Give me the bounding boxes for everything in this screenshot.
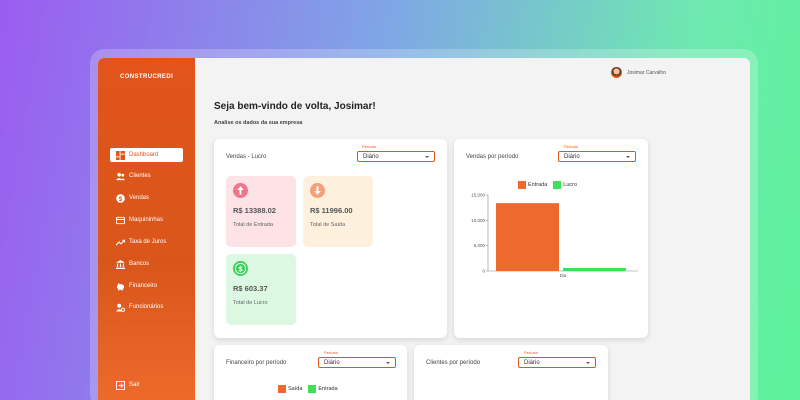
page-subtitle: Analise os dados da sua empresa	[214, 120, 303, 126]
brand-logo: CONSTRUCREDI	[120, 74, 174, 80]
sidebar-item-label: Bancos	[129, 261, 150, 267]
stat-card-saida: R$ 11996.00 Total de Saída	[303, 176, 373, 247]
page-title: Seja bem-vindo de volta, Josimar!	[214, 101, 376, 112]
user-menu[interactable]: Josimar Carvalho	[611, 67, 666, 78]
card-title: Clientes por período	[426, 360, 481, 366]
dashboard-icon	[116, 150, 125, 160]
y-tick-label: 5,000	[474, 243, 486, 248]
bank-icon	[116, 259, 125, 269]
piggy-bank-icon	[116, 282, 125, 291]
sales-bar-chart: 0 5,000 10,000 15,000 Dia	[471, 193, 638, 278]
arrow-down-icon	[310, 183, 325, 198]
bar-entrada	[496, 203, 559, 271]
card-icon	[116, 216, 125, 224]
sidebar: CONSTRUCREDI Dashboard Clientes $ Vendas…	[98, 58, 195, 400]
stat-label: Total de Saída	[310, 222, 346, 228]
sidebar-item-label: Funcionários	[129, 304, 164, 310]
period-select[interactable]: Diário	[558, 151, 636, 162]
legend-item-lucro: Lucro	[553, 181, 577, 189]
sidebar-item-label: Dashboard	[129, 152, 159, 158]
clients-period-card: Clientes por período Período Diário	[414, 345, 608, 400]
sidebar-item-label: Taxa de Juros	[129, 239, 167, 245]
sidebar-item-label: Financeiro	[129, 283, 158, 289]
period-select[interactable]: Diário	[357, 151, 435, 162]
svg-text:$: $	[119, 195, 123, 202]
stat-value: R$ 603.37	[233, 284, 268, 293]
users-icon	[116, 172, 125, 180]
legend-item-entrada: Entrada	[308, 385, 338, 393]
logout-label: Sair	[129, 382, 140, 388]
bar-lucro	[563, 267, 626, 271]
logout-button[interactable]: Sair	[110, 378, 183, 392]
period-select[interactable]: Diário	[318, 357, 396, 368]
app-window: CONSTRUCREDI Dashboard Clientes $ Vendas…	[98, 58, 750, 400]
y-tick-label: 10,000	[471, 218, 485, 223]
sidebar-item-label: Maquininhas	[129, 217, 164, 223]
chevron-down-icon	[425, 156, 429, 158]
legend-swatch	[553, 181, 562, 189]
stat-card-lucro: $ R$ 603.37 Total de Lucro	[226, 254, 296, 325]
y-tick-label: 15,000	[471, 193, 485, 198]
sales-period-card: Vendas por período Período Diário Entrad…	[454, 139, 648, 338]
x-tick-label: Dia	[560, 273, 567, 278]
stat-label: Total de Lucro	[233, 300, 268, 306]
sidebar-item-clientes[interactable]: Clientes	[110, 169, 183, 183]
legend-swatch	[278, 385, 286, 393]
period-select-value: Diário	[324, 359, 340, 366]
stat-label: Total de Entrada	[233, 222, 274, 228]
stat-value: R$ 11996.00	[310, 206, 353, 215]
legend-label: Saída	[288, 386, 303, 392]
chart-legend: Entrada Lucro	[518, 181, 580, 189]
dollar-icon: $	[116, 193, 125, 202]
period-label: Período	[362, 144, 377, 149]
period-select[interactable]: Diário	[518, 357, 596, 368]
chart-legend: Saída Entrada	[278, 385, 341, 393]
chevron-down-icon	[626, 156, 630, 158]
sidebar-item-label: Vendas	[129, 195, 150, 201]
sidebar-item-vendas[interactable]: $ Vendas	[110, 191, 183, 205]
legend-label: Lucro	[563, 182, 578, 188]
period-select-value: Diário	[564, 153, 580, 160]
legend-item-entrada: Entrada	[518, 181, 547, 189]
card-title: Vendas - Lucro	[226, 154, 267, 160]
card-title: Financeiro por período	[226, 360, 287, 366]
employees-icon	[116, 303, 125, 312]
legend-swatch	[518, 181, 526, 189]
period-select-value: Diário	[524, 359, 540, 366]
dollar-icon: $	[233, 261, 248, 276]
arrow-up-icon	[233, 183, 248, 198]
sidebar-item-financeiro[interactable]: Financeiro	[110, 279, 183, 293]
logout-icon	[116, 380, 125, 390]
stat-value: R$ 13388.02	[233, 206, 276, 215]
sidebar-item-maquininhas[interactable]: Maquininhas	[110, 213, 183, 227]
avatar	[611, 67, 622, 78]
sales-profit-card: Vendas - Lucro Período Diário R$ 13388.0…	[214, 139, 447, 338]
sidebar-item-label: Clientes	[129, 173, 151, 179]
legend-item-saida: Saída	[278, 385, 302, 393]
chevron-down-icon	[386, 362, 390, 364]
period-label: Período	[564, 144, 579, 149]
sidebar-item-dashboard[interactable]: Dashboard	[110, 148, 183, 162]
chevron-down-icon	[586, 362, 590, 364]
legend-label: Entrada	[318, 386, 338, 392]
trend-icon	[116, 239, 125, 246]
sidebar-item-funcionarios[interactable]: Funcionários	[110, 300, 183, 314]
user-name: Josimar Carvalho	[627, 69, 666, 76]
card-title: Vendas por período	[466, 154, 519, 160]
legend-swatch	[308, 385, 317, 393]
y-tick-label: 0	[482, 269, 485, 274]
period-label: Período	[324, 350, 339, 355]
period-select-value: Diário	[363, 153, 379, 160]
stat-card-entrada: R$ 13388.02 Total de Entrada	[226, 176, 296, 247]
sidebar-item-bancos[interactable]: Bancos	[110, 257, 183, 271]
finance-period-card: Financeiro por período Período Diário Sa…	[214, 345, 407, 400]
sidebar-item-taxa-de-juros[interactable]: Taxa de Juros	[110, 235, 183, 249]
legend-label: Entrada	[528, 182, 548, 188]
period-label: Período	[524, 350, 539, 355]
